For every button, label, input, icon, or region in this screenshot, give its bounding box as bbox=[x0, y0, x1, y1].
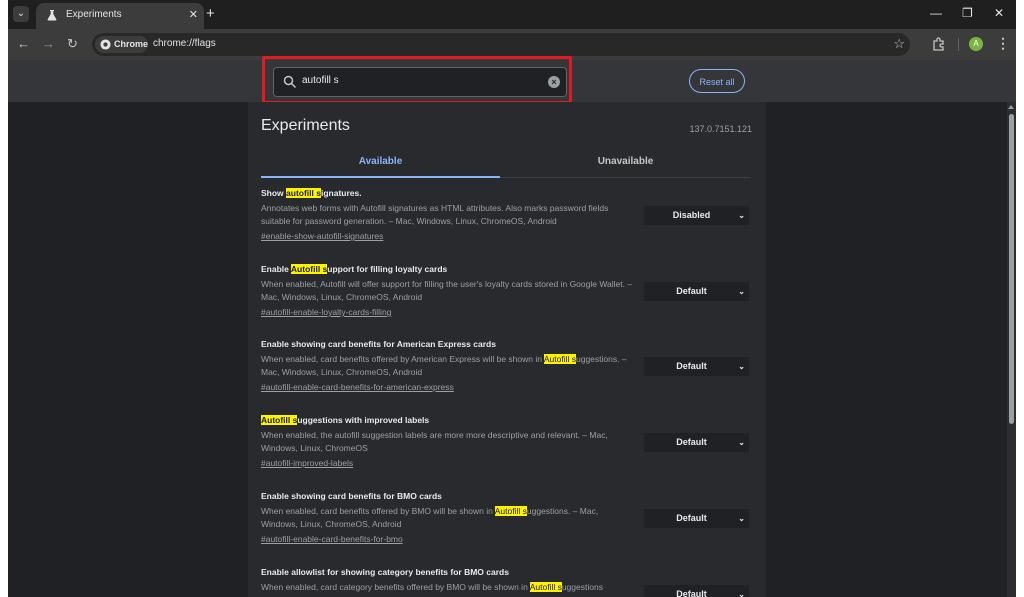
select-value: Default bbox=[676, 286, 707, 296]
chevron-down-icon: ⌄ bbox=[738, 362, 745, 371]
new-tab-button[interactable]: + bbox=[206, 5, 215, 23]
search-match-highlight: autofill s bbox=[286, 188, 321, 198]
scrollbar[interactable] bbox=[1007, 102, 1016, 597]
text-run: Enable showing card benefits for America… bbox=[261, 339, 496, 349]
tab-available[interactable]: Available bbox=[261, 150, 500, 178]
flag-state-select[interactable]: Default ⌄ bbox=[644, 509, 749, 528]
text-run: Annotates web forms with Autofill signat… bbox=[261, 203, 609, 226]
forward-button[interactable]: → bbox=[42, 36, 55, 52]
search-match-highlight: Autofill s bbox=[261, 415, 298, 425]
select-value: Default bbox=[676, 513, 707, 523]
chip-label: Chrome bbox=[114, 39, 149, 49]
search-match-highlight: Autofill s bbox=[529, 582, 562, 592]
address-bar[interactable]: Chrome chrome://flags ☆ bbox=[92, 33, 910, 56]
text-run: uggestions with improved labels bbox=[297, 415, 430, 425]
scroll-up-arrow-icon[interactable] bbox=[1008, 105, 1014, 109]
flag-state-select[interactable]: Default ⌄ bbox=[644, 433, 749, 452]
text-run: Enable allowlist for showing category be… bbox=[261, 567, 509, 577]
minimize-button[interactable]: — bbox=[930, 6, 942, 20]
version-label: 137.0.7151.121 bbox=[689, 124, 752, 134]
close-window-button[interactable]: ✕ bbox=[994, 6, 1004, 20]
search-match-highlight: Autofill s bbox=[543, 354, 576, 364]
flag-description: When enabled, card benefits offered by A… bbox=[261, 353, 637, 378]
flag-title: Show autofill signatures. bbox=[261, 187, 756, 200]
browser-window: ⌄ Experiments ✕ + — ❐ ✕ ← → ↻ Chrome chr… bbox=[8, 0, 1016, 597]
tab-title: Experiments bbox=[66, 9, 122, 20]
back-button[interactable]: ← bbox=[17, 36, 30, 52]
profile-avatar[interactable]: A bbox=[969, 37, 983, 51]
flag-anchor-link[interactable]: #autofill-enable-card-benefits-for-ameri… bbox=[261, 381, 756, 393]
chevron-down-icon: ⌄ bbox=[738, 211, 745, 220]
select-value: Default bbox=[676, 589, 707, 597]
flag-state-select[interactable]: Default ⌄ bbox=[644, 357, 749, 376]
flag-item: Enable Autofill support for filling loya… bbox=[261, 263, 756, 318]
flag-title: Autofill suggestions with improved label… bbox=[261, 414, 756, 427]
flask-icon bbox=[47, 10, 57, 21]
page-title: Experiments bbox=[261, 117, 350, 134]
chrome-icon bbox=[100, 39, 111, 50]
chevron-down-icon: ⌄ bbox=[738, 590, 745, 597]
reload-button[interactable]: ↻ bbox=[67, 36, 78, 52]
flag-description: When enabled, card category benefits off… bbox=[261, 581, 637, 594]
flag-anchor-link[interactable]: #autofill-enable-loyalty-cards-filling bbox=[261, 306, 756, 318]
tab-strip: ⌄ Experiments ✕ + — ❐ ✕ bbox=[8, 0, 1016, 29]
text-run: Enable showing card benefits for BMO car… bbox=[261, 491, 442, 501]
text-run: When enabled, card category benefits off… bbox=[261, 582, 530, 592]
text-run: When enabled, the autofill suggestion la… bbox=[261, 430, 608, 453]
text-run: When enabled, card benefits offered by A… bbox=[261, 354, 544, 364]
tab-search-button[interactable]: ⌄ bbox=[13, 6, 29, 22]
select-value: Default bbox=[676, 437, 707, 447]
reset-all-button[interactable]: Reset all bbox=[689, 69, 745, 93]
flag-anchor-link[interactable]: #autofill-improved-labels bbox=[261, 457, 756, 469]
tab-unavailable[interactable]: Unavailable bbox=[500, 150, 751, 178]
select-value: Default bbox=[676, 361, 707, 371]
scrollbar-thumb[interactable] bbox=[1009, 114, 1014, 424]
text-run: Enable bbox=[261, 264, 291, 274]
flag-title: Enable showing card benefits for BMO car… bbox=[261, 490, 756, 503]
extensions-puzzle-icon[interactable] bbox=[931, 36, 947, 52]
select-value: Disabled bbox=[672, 210, 711, 220]
text-run: uggestions bbox=[561, 582, 603, 592]
chevron-down-icon: ⌄ bbox=[738, 287, 745, 296]
flag-anchor-link[interactable]: #autofill-enable-card-benefits-for-bmo bbox=[261, 533, 756, 545]
text-run: When enabled, Autofill will offer suppor… bbox=[261, 279, 633, 302]
text-run: upport for filling loyalty cards bbox=[327, 264, 448, 274]
flag-description: When enabled, the autofill suggestion la… bbox=[261, 429, 637, 454]
flag-state-select[interactable]: Default ⌄ bbox=[644, 282, 749, 301]
tab-close-icon[interactable]: ✕ bbox=[189, 8, 198, 21]
annotation-highlight-box bbox=[262, 56, 572, 104]
flag-item: Enable showing card benefits for America… bbox=[261, 338, 756, 393]
flag-item: Enable showing card benefits for BMO car… bbox=[261, 490, 756, 545]
flag-description: When enabled, Autofill will offer suppor… bbox=[261, 278, 637, 303]
text-run: ignatures. bbox=[320, 188, 362, 198]
flag-state-select[interactable]: Disabled ⌄ bbox=[644, 206, 749, 225]
toolbar-divider bbox=[958, 38, 959, 51]
bookmark-star-icon[interactable]: ☆ bbox=[893, 36, 905, 52]
flag-title: Enable allowlist for showing category be… bbox=[261, 566, 756, 579]
search-match-highlight: Autofill s bbox=[290, 264, 328, 274]
more-menu-icon[interactable]: ⋮ bbox=[996, 36, 1010, 50]
flag-item: Autofill suggestions with improved label… bbox=[261, 414, 756, 469]
url-text[interactable]: chrome://flags bbox=[153, 38, 216, 49]
tab-experiments[interactable]: Experiments ✕ bbox=[36, 3, 204, 29]
flag-description: When enabled, card benefits offered by B… bbox=[261, 505, 637, 530]
flag-title: Enable showing card benefits for America… bbox=[261, 338, 756, 351]
flag-state-select[interactable]: Default ⌄ bbox=[644, 585, 749, 597]
text-run: When enabled, card benefits offered by B… bbox=[261, 506, 495, 516]
experiments-panel: Experiments 137.0.7151.121 Available Una… bbox=[248, 102, 766, 597]
text-run: Show bbox=[261, 188, 287, 198]
flag-anchor-link[interactable]: #enable-show-autofill-signatures bbox=[261, 230, 756, 242]
site-info-chip[interactable]: Chrome bbox=[95, 36, 148, 53]
flag-item: Show autofill signatures. Annotates web f… bbox=[261, 187, 756, 242]
search-match-highlight: Autofill s bbox=[494, 506, 527, 516]
flag-title: Enable Autofill support for filling loya… bbox=[261, 263, 756, 276]
chevron-down-icon: ⌄ bbox=[738, 438, 745, 447]
restore-button[interactable]: ❐ bbox=[962, 6, 973, 20]
flag-description: Annotates web forms with Autofill signat… bbox=[261, 202, 637, 227]
chevron-down-icon: ⌄ bbox=[738, 514, 745, 523]
flag-item: Enable allowlist for showing category be… bbox=[261, 566, 756, 597]
